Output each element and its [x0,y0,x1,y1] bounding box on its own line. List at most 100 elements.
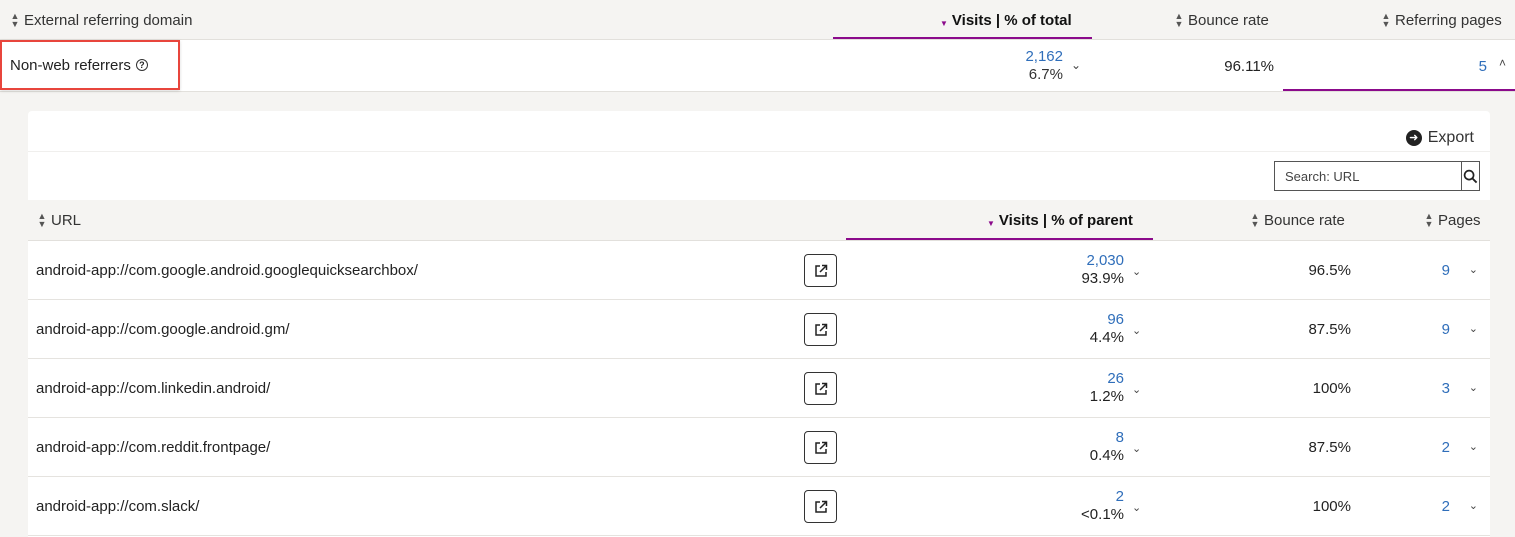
column-header-domain[interactable]: ▲ ▼ External referring domain [10,0,193,40]
referring-pages-link[interactable]: 5 [1479,40,1487,92]
visits-percent: 6.7% [1028,66,1063,83]
column-header-bounce[interactable]: ▲ ▼ Bounce rate [1250,200,1345,240]
chevron-down-icon[interactable]: ⌄ [1132,442,1141,455]
pages-link[interactable]: 2 [1442,477,1450,536]
column-header-label: Bounce rate [1188,11,1269,29]
column-header-label: Visits | % of total [951,11,1072,29]
url-cell: android-app://com.google.android.googleq… [36,262,418,279]
search-box [1274,161,1480,191]
column-header-label: Visits | % of parent [998,211,1133,229]
active-sort-underline [833,37,1092,39]
bounce-rate-value: 100% [1312,380,1351,397]
external-link-icon [814,382,827,395]
bounce-rate-value: 87.5% [1308,321,1351,338]
column-header-label: External referring domain [24,11,193,29]
chevron-down-icon[interactable]: ⌄ [1469,381,1478,394]
visits-percent: <0.1% [1081,506,1124,523]
help-icon[interactable]: ? [135,59,148,71]
external-link-icon [814,441,827,454]
open-external-button[interactable] [804,313,837,346]
table-row: android-app://com.reddit.frontpage/ 8 0.… [28,418,1490,477]
visits-count-link[interactable]: 8 [1090,429,1124,447]
sort-icon: ▲ ▼ [10,11,20,29]
expanded-row-underline [1283,89,1515,91]
divider [28,151,1490,152]
url-cell: android-app://com.reddit.frontpage/ [36,439,271,456]
bounce-rate-value: 96.11% [1224,57,1274,75]
table-row: android-app://com.google.android.googleq… [28,241,1490,300]
visits-percent: 0.4% [1089,447,1124,464]
visits-count-link[interactable]: 96 [1090,311,1124,329]
pages-link[interactable]: 3 [1442,359,1450,418]
bounce-rate-value: 96.5% [1308,262,1351,279]
chevron-up-icon[interactable]: ˄ [1499,56,1506,70]
export-label: Export [1427,129,1474,146]
column-header-visits-parent[interactable]: ▼ Visits | % of parent [987,200,1133,240]
open-external-button[interactable] [804,431,837,464]
export-button[interactable]: ➜ Export [1405,129,1474,147]
sort-icon: ▲ ▼ [1424,211,1434,229]
column-header-visits[interactable]: ▼ Visits | % of total [940,0,1072,40]
open-external-button[interactable] [804,372,837,405]
outer-table-row: Non-web referrers ? 2,162 6.7% ⌄ 96.11% … [0,40,1515,92]
open-external-button[interactable] [804,490,837,523]
chevron-down-icon[interactable]: ⌄ [1469,322,1478,335]
column-header-referring-pages[interactable]: ▲ ▼ Referring pages [1381,0,1502,40]
table-row: android-app://com.slack/ 2 <0.1% ⌄ 100% … [28,477,1490,536]
url-cell: android-app://com.slack/ [36,498,200,515]
chevron-down-icon[interactable]: ⌄ [1132,383,1141,396]
chevron-down-icon[interactable]: ⌄ [1132,265,1141,278]
url-cell: android-app://com.linkedin.android/ [36,380,271,397]
external-link-icon [814,500,827,513]
chevron-down-icon[interactable]: ⌄ [1071,58,1081,72]
url-cell: android-app://com.google.android.gm/ [36,321,290,338]
visits-percent: 1.2% [1089,388,1124,405]
column-header-url[interactable]: ▲ ▼ URL [37,200,81,240]
active-sort-underline [846,238,1153,240]
visits-cell: 96 4.4% [1090,311,1124,347]
sort-icon: ▲ ▼ [1250,211,1260,229]
open-external-button[interactable] [804,254,837,287]
pages-link[interactable]: 9 [1442,241,1450,300]
visits-count-link[interactable]: 2,162 [1025,48,1063,66]
visits-cell: 2 <0.1% [1081,488,1124,524]
bounce-rate-value: 100% [1312,498,1351,515]
visits-cell: 2,030 93.9% [1081,252,1124,288]
column-header-label: Bounce rate [1264,211,1345,229]
external-link-icon [814,264,827,277]
external-link-icon [814,323,827,336]
pages-link[interactable]: 9 [1442,300,1450,359]
export-arrow-icon: ➜ [1405,130,1422,146]
detail-panel: ➜ Export ▲▼ URL ▼ Visits | % of parent ▲… [28,111,1490,537]
search-button[interactable] [1461,162,1479,190]
column-header-pages[interactable]: ▲ ▼ Pages [1424,200,1481,240]
visits-percent: 93.9% [1081,270,1124,287]
column-header-label: Pages [1438,211,1481,229]
visits-count-link[interactable]: 26 [1090,370,1124,388]
domain-cell-highlighted: Non-web referrers ? [0,40,180,90]
chevron-down-icon[interactable]: ⌄ [1132,501,1141,514]
domain-label: Non-web referrers [10,56,131,74]
sort-icon: ▲ ▼ [1381,11,1391,29]
visits-cell: 2,162 6.7% [1025,48,1063,84]
bounce-rate-value: 87.5% [1308,439,1351,456]
table-row: android-app://com.google.android.gm/ 96 … [28,300,1490,359]
chevron-down-icon[interactable]: ⌄ [1469,263,1478,276]
table-row: android-app://com.linkedin.android/ 26 1… [28,359,1490,418]
chevron-down-icon[interactable]: ⌄ [1469,499,1478,512]
visits-cell: 8 0.4% [1090,429,1124,465]
pages-link[interactable]: 2 [1442,418,1450,477]
visits-count-link[interactable]: 2,030 [1081,252,1124,270]
column-header-bounce[interactable]: ▲ ▼ Bounce rate [1174,0,1269,40]
chevron-down-icon[interactable]: ⌄ [1469,440,1478,453]
sort-descending-icon: ▼ [987,218,995,228]
chevron-down-icon[interactable]: ⌄ [1132,324,1141,337]
sort-icon: ▲ ▼ [37,211,47,229]
search-input[interactable] [1275,162,1461,190]
search-icon [1463,169,1478,183]
visits-count-link[interactable]: 2 [1081,488,1124,506]
sort-descending-icon: ▼ [940,18,948,28]
sort-icon: ▲ ▼ [1174,11,1184,29]
column-header-label: URL [51,211,82,229]
visits-percent: 4.4% [1089,329,1124,346]
